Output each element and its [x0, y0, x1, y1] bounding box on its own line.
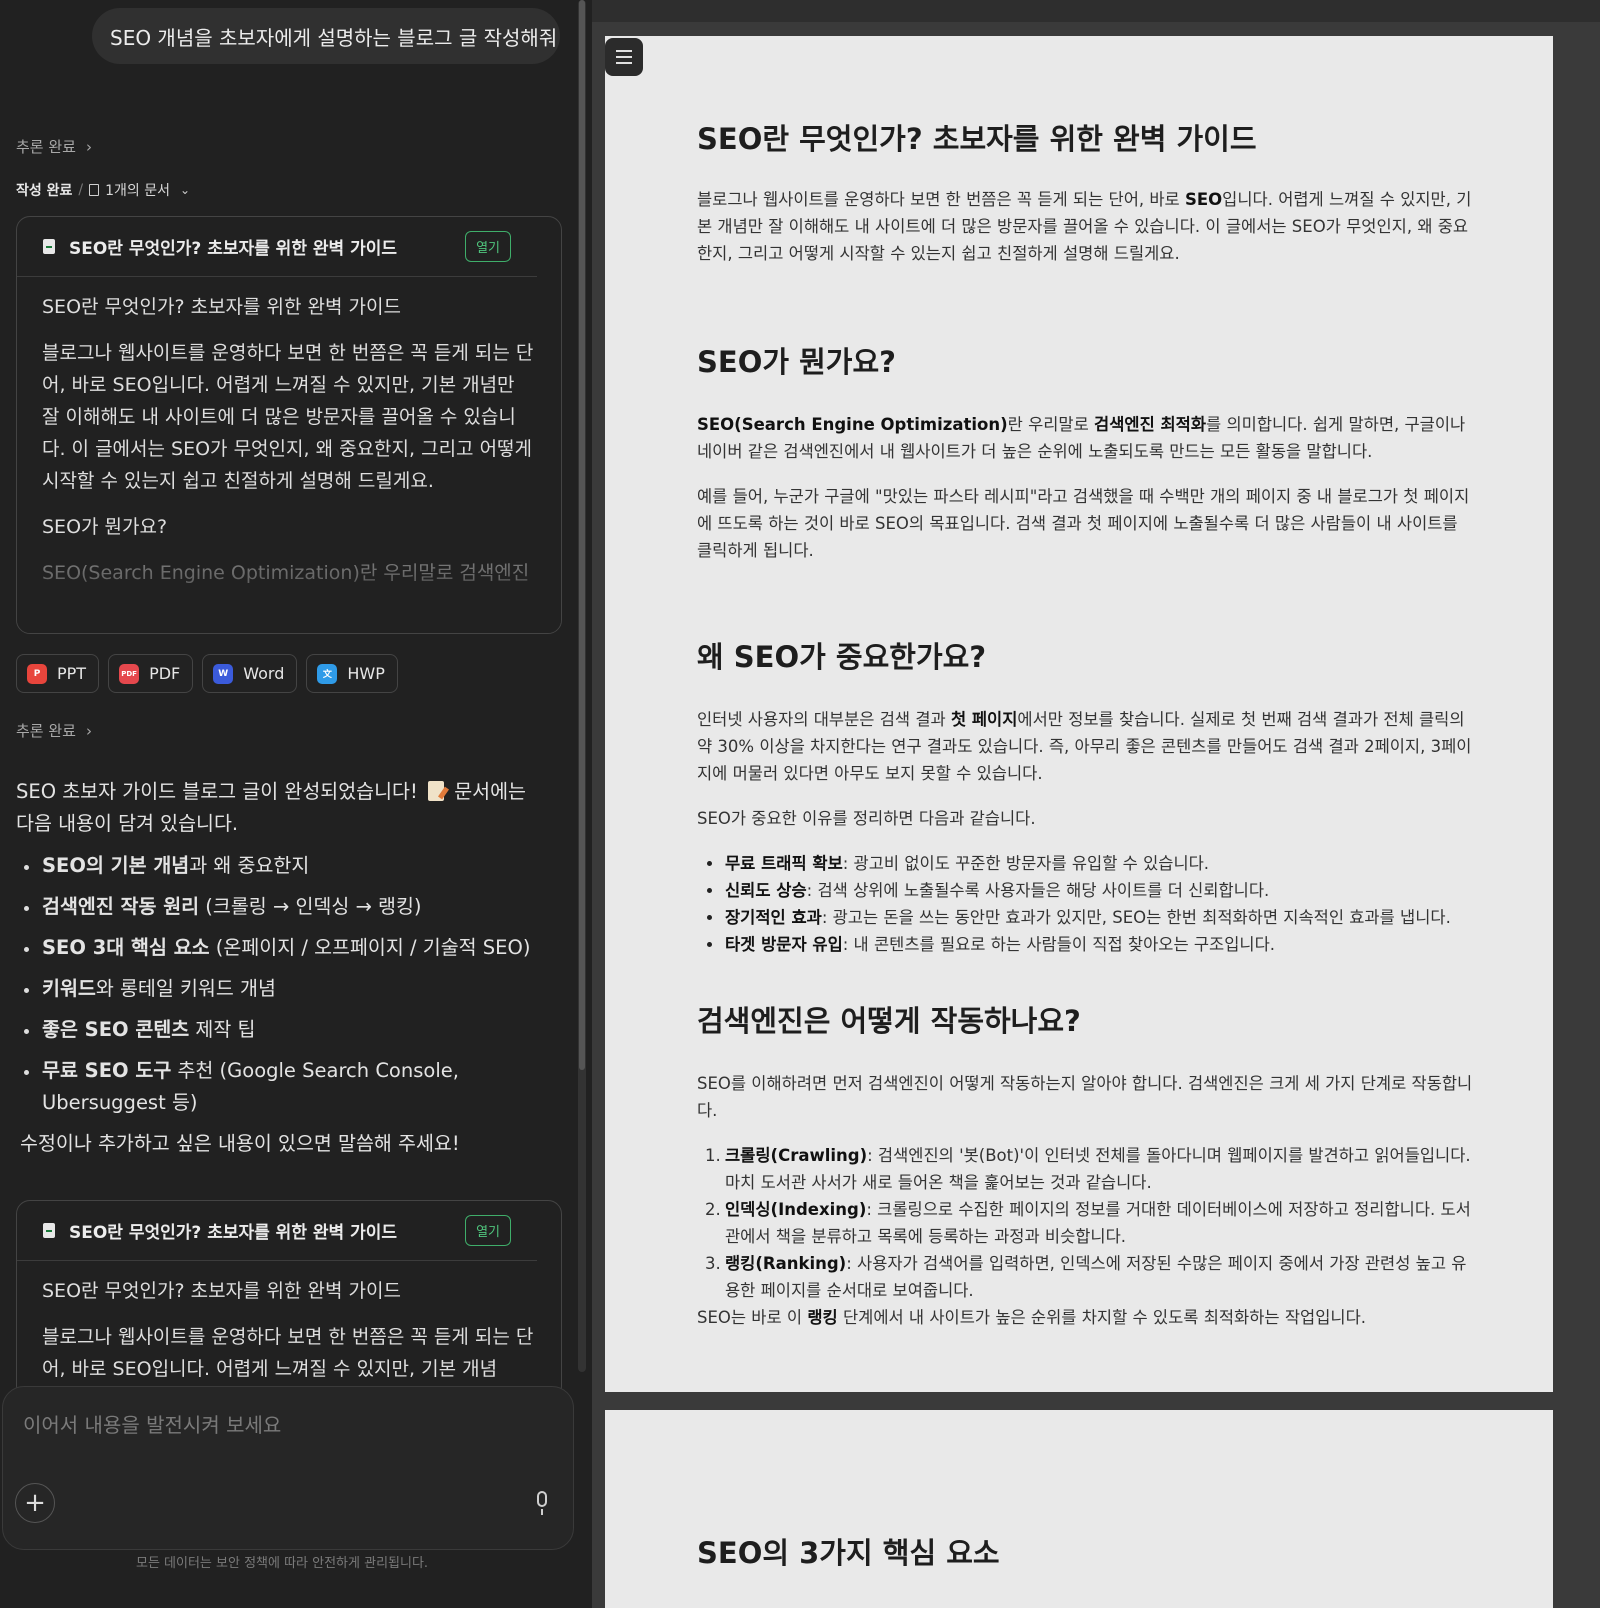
card-preview: SEO란 무엇인가? 초보자를 위한 완벽 가이드 블로그나 웹사이트를 운영하… [17, 277, 561, 589]
chevron-right-icon: › [85, 721, 92, 740]
list-item: 타겟 방문자 유입: 내 콘텐츠를 필요로 하는 사람들이 직접 찾아오는 구조… [697, 931, 1477, 958]
file-icon [43, 1223, 55, 1238]
scrollbar-thumb[interactable] [579, 0, 585, 1070]
preview-paragraph: 블로그나 웹사이트를 운영하다 보면 한 번쯤은 꼭 듣게 되는 단어, 바로 … [42, 1326, 534, 1380]
reasoning-label: 추론 완료 [16, 722, 76, 740]
security-footnote: 모든 데이터는 보안 정책에 따라 안전하게 관리됩니다. [136, 1556, 429, 1571]
viewer-toolbar [592, 0, 1600, 22]
section-paragraph: SEO는 바로 이 랭킹 단계에서 내 사이트가 높은 순위를 차지할 수 있도… [697, 1308, 1366, 1327]
card-preview: SEO란 무엇인가? 초보자를 위한 완벽 가이드 블로그나 웹사이트를 운영하… [17, 1261, 561, 1385]
export-word-button[interactable]: W Word [202, 654, 298, 693]
export-label: PDF [149, 664, 181, 683]
section-paragraph: SEO(Search Engine Optimization)란 우리말로 검색… [697, 415, 1466, 461]
list-item: 좋은 SEO 콘텐츠 제작 팁 [16, 1014, 546, 1046]
section-heading: 검색엔진은 어떻게 작동하나요? [697, 1004, 1081, 1038]
export-pdf-button[interactable]: PDF PDF [108, 654, 194, 693]
export-label: PPT [57, 664, 87, 683]
chat-scrollbar[interactable] [578, 0, 586, 1372]
card-title: SEO란 무엇인가? 초보자를 위한 완벽 가이드 [69, 239, 398, 259]
document-viewer: SEO란 무엇인가? 초보자를 위한 완벽 가이드 블로그나 웹사이트를 운영하… [592, 0, 1600, 1608]
list-item: 2. 인덱싱(Indexing): 크롤링으로 수집한 페이지의 정보를 거대한 … [705, 1200, 1471, 1246]
card-header: SEO란 무엇인가? 초보자를 위한 완벽 가이드 열기 [17, 217, 537, 277]
assistant-intro: SEO 초보자 가이드 블로그 글이 완성되었습니다! 문서에는 다음 내용이 … [16, 776, 546, 840]
reasoning-toggle-2[interactable]: 추론 완료 › [16, 720, 92, 741]
table-of-contents-icon[interactable] [605, 38, 643, 76]
chat-panel: SEO 개념을 초보자에게 설명하는 블로그 글 작성해줘 추론 완료 › 작성… [0, 0, 592, 1608]
section-paragraph: 인터넷 사용자의 대부분은 검색 결과 첫 페이지에서만 정보를 찾습니다. 실… [697, 710, 1472, 783]
document-content: SEO란 무엇인가? 초보자를 위한 완벽 가이드 블로그나 웹사이트를 운영하… [697, 116, 1477, 1331]
doc-title: SEO란 무엇인가? 초보자를 위한 완벽 가이드 [697, 122, 1257, 156]
file-icon [43, 239, 55, 254]
pdf-icon: PDF [119, 663, 140, 684]
memo-icon [427, 781, 444, 801]
export-buttons: P PPT PDF PDF W Word 文 HWP [16, 654, 398, 693]
card-header: SEO란 무엇인가? 초보자를 위한 완벽 가이드 열기 [17, 1201, 537, 1261]
hwp-icon: 文 [317, 663, 338, 684]
section-paragraph: SEO가 중요한 이유를 정리하면 다음과 같습니다. [697, 809, 1036, 828]
list-item: 신뢰도 상승: 검색 상위에 노출될수록 사용자들은 해당 사이트를 더 신뢰합… [697, 877, 1477, 904]
list-item: 1. 크롤링(Crawling): 검색엔진의 '봇(Bot)'이 인터넷 전체를… [705, 1146, 1471, 1192]
reasons-list: 무료 트래픽 확보: 광고비 없이도 꾸준한 방문자를 유입할 수 있습니다. … [697, 850, 1477, 958]
open-button[interactable]: 열기 [465, 1215, 511, 1246]
separator: / [78, 182, 84, 198]
document-card[interactable]: SEO란 무엇인가? 초보자를 위한 완벽 가이드 열기 SEO란 무엇인가? … [16, 216, 562, 634]
list-item: SEO의 기본 개념과 왜 중요한지 [16, 850, 546, 882]
preview-paragraph: 블로그나 웹사이트를 운영하다 보면 한 번쯤은 꼭 듣게 되는 단어, 바로 … [42, 342, 534, 492]
reasoning-label: 추론 완료 [16, 138, 76, 156]
section-paragraph: SEO를 이해하려면 먼저 검색엔진이 어떻게 작동하는지 알아야 합니다. 검… [697, 1074, 1473, 1120]
export-hwp-button[interactable]: 文 HWP [306, 654, 398, 693]
writing-status[interactable]: 작성 완료 / 1개의 문서 ⌄ [16, 180, 190, 200]
steps-list: 1. 크롤링(Crawling): 검색엔진의 '봇(Bot)'이 인터넷 전체를… [697, 1142, 1477, 1304]
list-item: SEO 3대 핵심 요소 (온페이지 / 오프페이지 / 기술적 SEO) [16, 932, 546, 964]
writing-done-label: 작성 완료 [16, 183, 73, 199]
chevron-down-icon: ⌄ [180, 183, 191, 197]
section-heading: 왜 SEO가 중요한가요? [697, 640, 987, 674]
list-item: 무료 SEO 도구 추천 (Google Search Console, Ube… [16, 1055, 546, 1119]
preview-subheading: SEO가 뭔가요? [42, 516, 168, 538]
document-page: SEO란 무엇인가? 초보자를 위한 완벽 가이드 블로그나 웹사이트를 운영하… [605, 36, 1553, 1392]
list-item: 검색엔진 작동 원리 (크롤링 → 인덱싱 → 랭킹) [16, 891, 546, 923]
list-item: 무료 트래픽 확보: 광고비 없이도 꾸준한 방문자를 유입할 수 있습니다. [697, 850, 1477, 877]
export-ppt-button[interactable]: P PPT [16, 654, 100, 693]
doc-intro: 블로그나 웹사이트를 운영하다 보면 한 번쯤은 꼭 듣게 되는 단어, 바로 … [697, 190, 1472, 263]
export-label: Word [243, 664, 285, 683]
assistant-message: SEO 초보자 가이드 블로그 글이 완성되었습니다! 문서에는 다음 내용이 … [16, 776, 546, 1160]
summary-list: SEO의 기본 개념과 왜 중요한지 검색엔진 작동 원리 (크롤링 → 인덱싱… [16, 850, 546, 1119]
card-title: SEO란 무엇인가? 초보자를 위한 완벽 가이드 [69, 1223, 398, 1243]
list-item: 키워드와 롱테일 키워드 개념 [16, 973, 546, 1005]
closing-text: 수정이나 추가하고 싶은 내용이 있으면 말씀해 주세요! [20, 1132, 460, 1155]
document-icon [89, 184, 100, 196]
message-composer[interactable]: 이어서 내용을 발전시켜 보세요 + [2, 1386, 574, 1550]
preview-heading: SEO란 무엇인가? 초보자를 위한 완벽 가이드 [42, 296, 401, 318]
document-page-2: SEO의 3가지 핵심 요소 [605, 1410, 1553, 1608]
export-label: HWP [347, 664, 385, 683]
composer-placeholder[interactable]: 이어서 내용을 발전시켜 보세요 [23, 1409, 281, 1438]
preview-heading: SEO란 무엇인가? 초보자를 위한 완벽 가이드 [42, 1280, 401, 1302]
user-message: SEO 개념을 초보자에게 설명하는 블로그 글 작성해줘 [92, 8, 560, 64]
section-paragraph: 예를 들어, 누군가 구글에 "맛있는 파스타 레시피"라고 검색했을 때 수백… [697, 487, 1470, 560]
fade-overlay [17, 563, 561, 633]
document-card-2[interactable]: SEO란 무엇인가? 초보자를 위한 완벽 가이드 열기 SEO란 무엇인가? … [16, 1200, 562, 1400]
doc-count: 1개의 문서 [105, 183, 171, 199]
intro-text: SEO 초보자 가이드 블로그 글이 완성되었습니다! [16, 780, 418, 803]
list-item: 3. 랭킹(Ranking): 사용자가 검색어를 입력하면, 인덱스에 저장된 … [705, 1254, 1467, 1300]
section-heading: SEO가 뭔가요? [697, 345, 896, 379]
add-attachment-button[interactable]: + [15, 1483, 55, 1523]
microphone-icon[interactable] [533, 1491, 551, 1517]
reasoning-toggle[interactable]: 추론 완료 › [16, 136, 92, 157]
open-button[interactable]: 열기 [465, 231, 511, 262]
list-item: 장기적인 효과: 광고는 돈을 쓰는 동안만 효과가 있지만, SEO는 한번 … [697, 904, 1477, 931]
ppt-icon: P [27, 663, 47, 684]
chevron-right-icon: › [85, 137, 92, 156]
section-heading: SEO의 3가지 핵심 요소 [697, 1536, 1000, 1570]
word-icon: W [213, 663, 234, 684]
